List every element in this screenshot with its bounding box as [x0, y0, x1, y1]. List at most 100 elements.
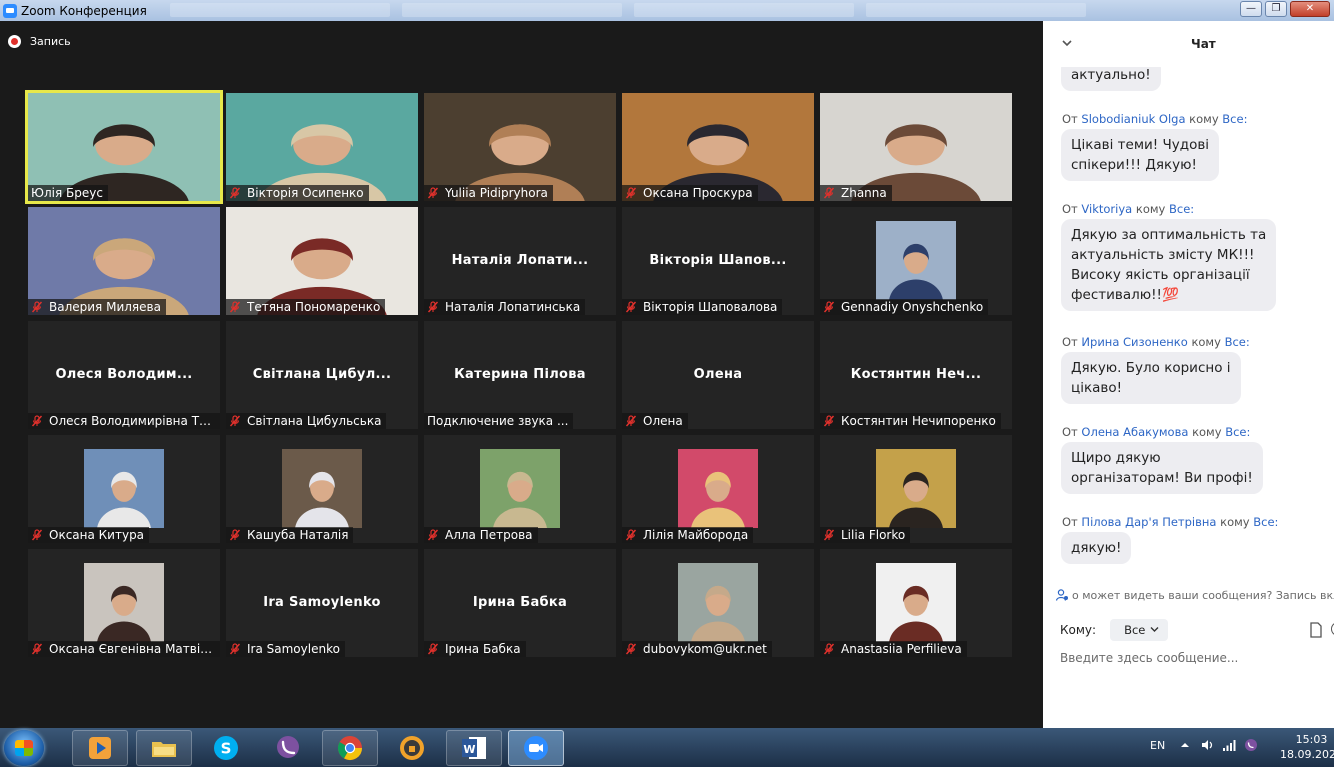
participant-name-label: Zhanna — [820, 185, 892, 201]
chat-message-line: організаторам! Ви профі! — [1071, 470, 1253, 486]
participant-tile[interactable]: Yuliia Pidipryhora — [424, 93, 616, 201]
chat-message-input[interactable] — [1060, 648, 1310, 668]
chat-message-meta: От Олена Абакумова кому Все: — [1062, 425, 1250, 439]
taskbar-file-explorer[interactable] — [136, 730, 192, 766]
chat-message-line: спікери!!! Дякую! — [1071, 157, 1197, 173]
participant-tile[interactable]: Олеся Володим... Олеся Володимирівна Ти..… — [28, 321, 220, 429]
participant-tile[interactable]: Валерия Миляева — [28, 207, 220, 315]
chat-from-label: От — [1062, 202, 1078, 216]
taskbar-media-player[interactable] — [72, 730, 128, 766]
chevron-down-icon[interactable] — [1061, 38, 1073, 48]
participant-tile[interactable]: Катерина Пілова Подключение звука ... — [424, 321, 616, 429]
taskbar-security[interactable] — [384, 730, 440, 766]
mic-muted-icon — [31, 415, 43, 427]
chat-sender-link[interactable]: Пілова Дар'я Петрівна — [1081, 515, 1216, 529]
language-indicator[interactable]: EN — [1150, 739, 1165, 752]
participant-name: Олена — [643, 414, 683, 428]
taskbar-zoom[interactable] — [508, 730, 564, 766]
mic-muted-icon — [823, 529, 835, 541]
participant-tile[interactable]: Костянтин Неч... Костянтин Нечипоренко — [820, 321, 1012, 429]
mic-muted-icon — [229, 415, 241, 427]
recording-indicator[interactable]: Запись — [8, 35, 71, 48]
mic-muted-icon — [31, 301, 43, 313]
chat-title: Чат — [1191, 37, 1216, 51]
chat-to-label: кому — [1189, 112, 1219, 126]
chat-recipient-link[interactable]: Все: — [1222, 112, 1247, 126]
participant-tile[interactable]: Алла Петрова — [424, 435, 616, 543]
participant-tile[interactable]: Оксана Китура — [28, 435, 220, 543]
chat-message-bubble: дякую! — [1061, 532, 1132, 564]
chat-recipient-link[interactable]: Все: — [1169, 202, 1194, 216]
participant-avatar — [678, 563, 758, 642]
participant-tile[interactable]: Наталія Лопати... Наталія Лопатинська — [424, 207, 616, 315]
close-window-button[interactable]: ✕ — [1290, 1, 1330, 17]
lock-icon — [400, 736, 424, 760]
participant-name-label: Ira Samoylenko — [226, 641, 345, 657]
participant-tile[interactable]: Світлана Цибул... Світлана Цибульська — [226, 321, 418, 429]
chevron-up-icon[interactable] — [1178, 738, 1192, 752]
start-button[interactable] — [4, 730, 44, 766]
participant-name-label: Оксана Проскура — [622, 185, 758, 201]
participant-tile[interactable]: dubovykom@ukr.net — [622, 549, 814, 657]
chat-sender-link[interactable]: Олена Абакумова — [1081, 425, 1188, 439]
maximize-button[interactable]: ❐ — [1265, 1, 1287, 17]
clock-time: 15:03 — [1295, 733, 1328, 746]
taskbar-skype[interactable]: S — [198, 730, 254, 766]
file-icon[interactable] — [1309, 622, 1323, 638]
chat-privacy-notice[interactable]: о может видеть ваши сообщения? Запись вк… — [1043, 586, 1334, 604]
viber-tray-icon[interactable] — [1244, 738, 1258, 752]
minimize-button[interactable]: — — [1240, 1, 1262, 17]
chat-recipient-link[interactable]: Все: — [1253, 515, 1278, 529]
participant-display-name: Ira Samoylenko — [263, 595, 381, 610]
mic-muted-icon — [625, 301, 637, 313]
chat-message-line: фестивалю!!💯 — [1071, 287, 1179, 303]
mic-muted-icon — [625, 643, 637, 655]
participant-tile[interactable]: Лілія Майборода — [622, 435, 814, 543]
participant-name-label: Лілія Майборода — [622, 527, 754, 543]
participant-tile[interactable]: Gennadiy Onyshchenko — [820, 207, 1012, 315]
chat-sender-link[interactable]: Ирина Сизоненко — [1081, 335, 1187, 349]
chat-recipient-link[interactable]: Все: — [1225, 425, 1250, 439]
volume-icon[interactable] — [1200, 738, 1214, 752]
participant-tile[interactable]: Оксана Євгенівна Матвійч... — [28, 549, 220, 657]
person-icon — [1055, 589, 1068, 601]
participant-name-label: Олена — [622, 413, 688, 429]
chat-from-label: От — [1062, 112, 1078, 126]
recipient-select[interactable]: Все — [1110, 619, 1169, 641]
chat-message-line: Високу якість організації — [1071, 267, 1250, 283]
participant-tile[interactable]: Олена Олена — [622, 321, 814, 429]
chat-from-label: От — [1062, 335, 1078, 349]
participant-name: Yuliia Pidipryhora — [445, 186, 548, 200]
chat-recipient-link[interactable]: Все: — [1225, 335, 1250, 349]
participant-tile[interactable]: Тетяна Пономаренко — [226, 207, 418, 315]
participant-name: Ira Samoylenko — [247, 642, 340, 656]
participant-name: Алла Петрова — [445, 528, 533, 542]
participant-tile[interactable]: Юлія Бреус — [25, 90, 223, 204]
participant-tile[interactable]: Zhanna — [820, 93, 1012, 201]
participant-tile[interactable]: Вікторія Осипенко — [226, 93, 418, 201]
chat-sender-link[interactable]: Viktoriya — [1081, 202, 1132, 216]
participant-display-name: Наталія Лопати... — [451, 253, 589, 268]
taskbar-chrome[interactable] — [322, 730, 378, 766]
participant-tile[interactable]: Lilia Florko — [820, 435, 1012, 543]
participant-tile[interactable]: Anastasiia Perfilieva — [820, 549, 1012, 657]
clock-date: 18.09.2021 — [1280, 748, 1334, 761]
viber-icon — [277, 736, 299, 758]
chat-messages[interactable]: актуально! От Slobodianiuk Olga кому Все:… — [1043, 67, 1334, 582]
participant-tile[interactable]: Кашуба Наталія — [226, 435, 418, 543]
participant-tile[interactable]: Ira Samoylenko Ira Samoylenko — [226, 549, 418, 657]
taskbar-viber[interactable] — [260, 730, 316, 766]
participant-tile[interactable]: Вікторія Шапов... Вікторія Шаповалова — [622, 207, 814, 315]
participant-display-name: Світлана Цибул... — [252, 367, 392, 382]
participant-tile[interactable]: Оксана Проскура — [622, 93, 814, 201]
participant-name: Валерия Миляева — [49, 300, 161, 314]
chat-sender-link[interactable]: Slobodianiuk Olga — [1081, 112, 1185, 126]
participant-display-name: Костянтин Неч... — [850, 367, 982, 382]
zoom-app-icon — [3, 3, 17, 18]
network-signal-icon[interactable] — [1222, 738, 1236, 752]
participant-tile[interactable]: Ірина Бабка Ірина Бабка — [424, 549, 616, 657]
taskbar-word[interactable]: W — [446, 730, 502, 766]
word-icon: W — [462, 737, 486, 759]
mic-muted-icon — [427, 643, 439, 655]
system-clock[interactable]: 15:03 18.09.2021 — [1280, 732, 1334, 762]
